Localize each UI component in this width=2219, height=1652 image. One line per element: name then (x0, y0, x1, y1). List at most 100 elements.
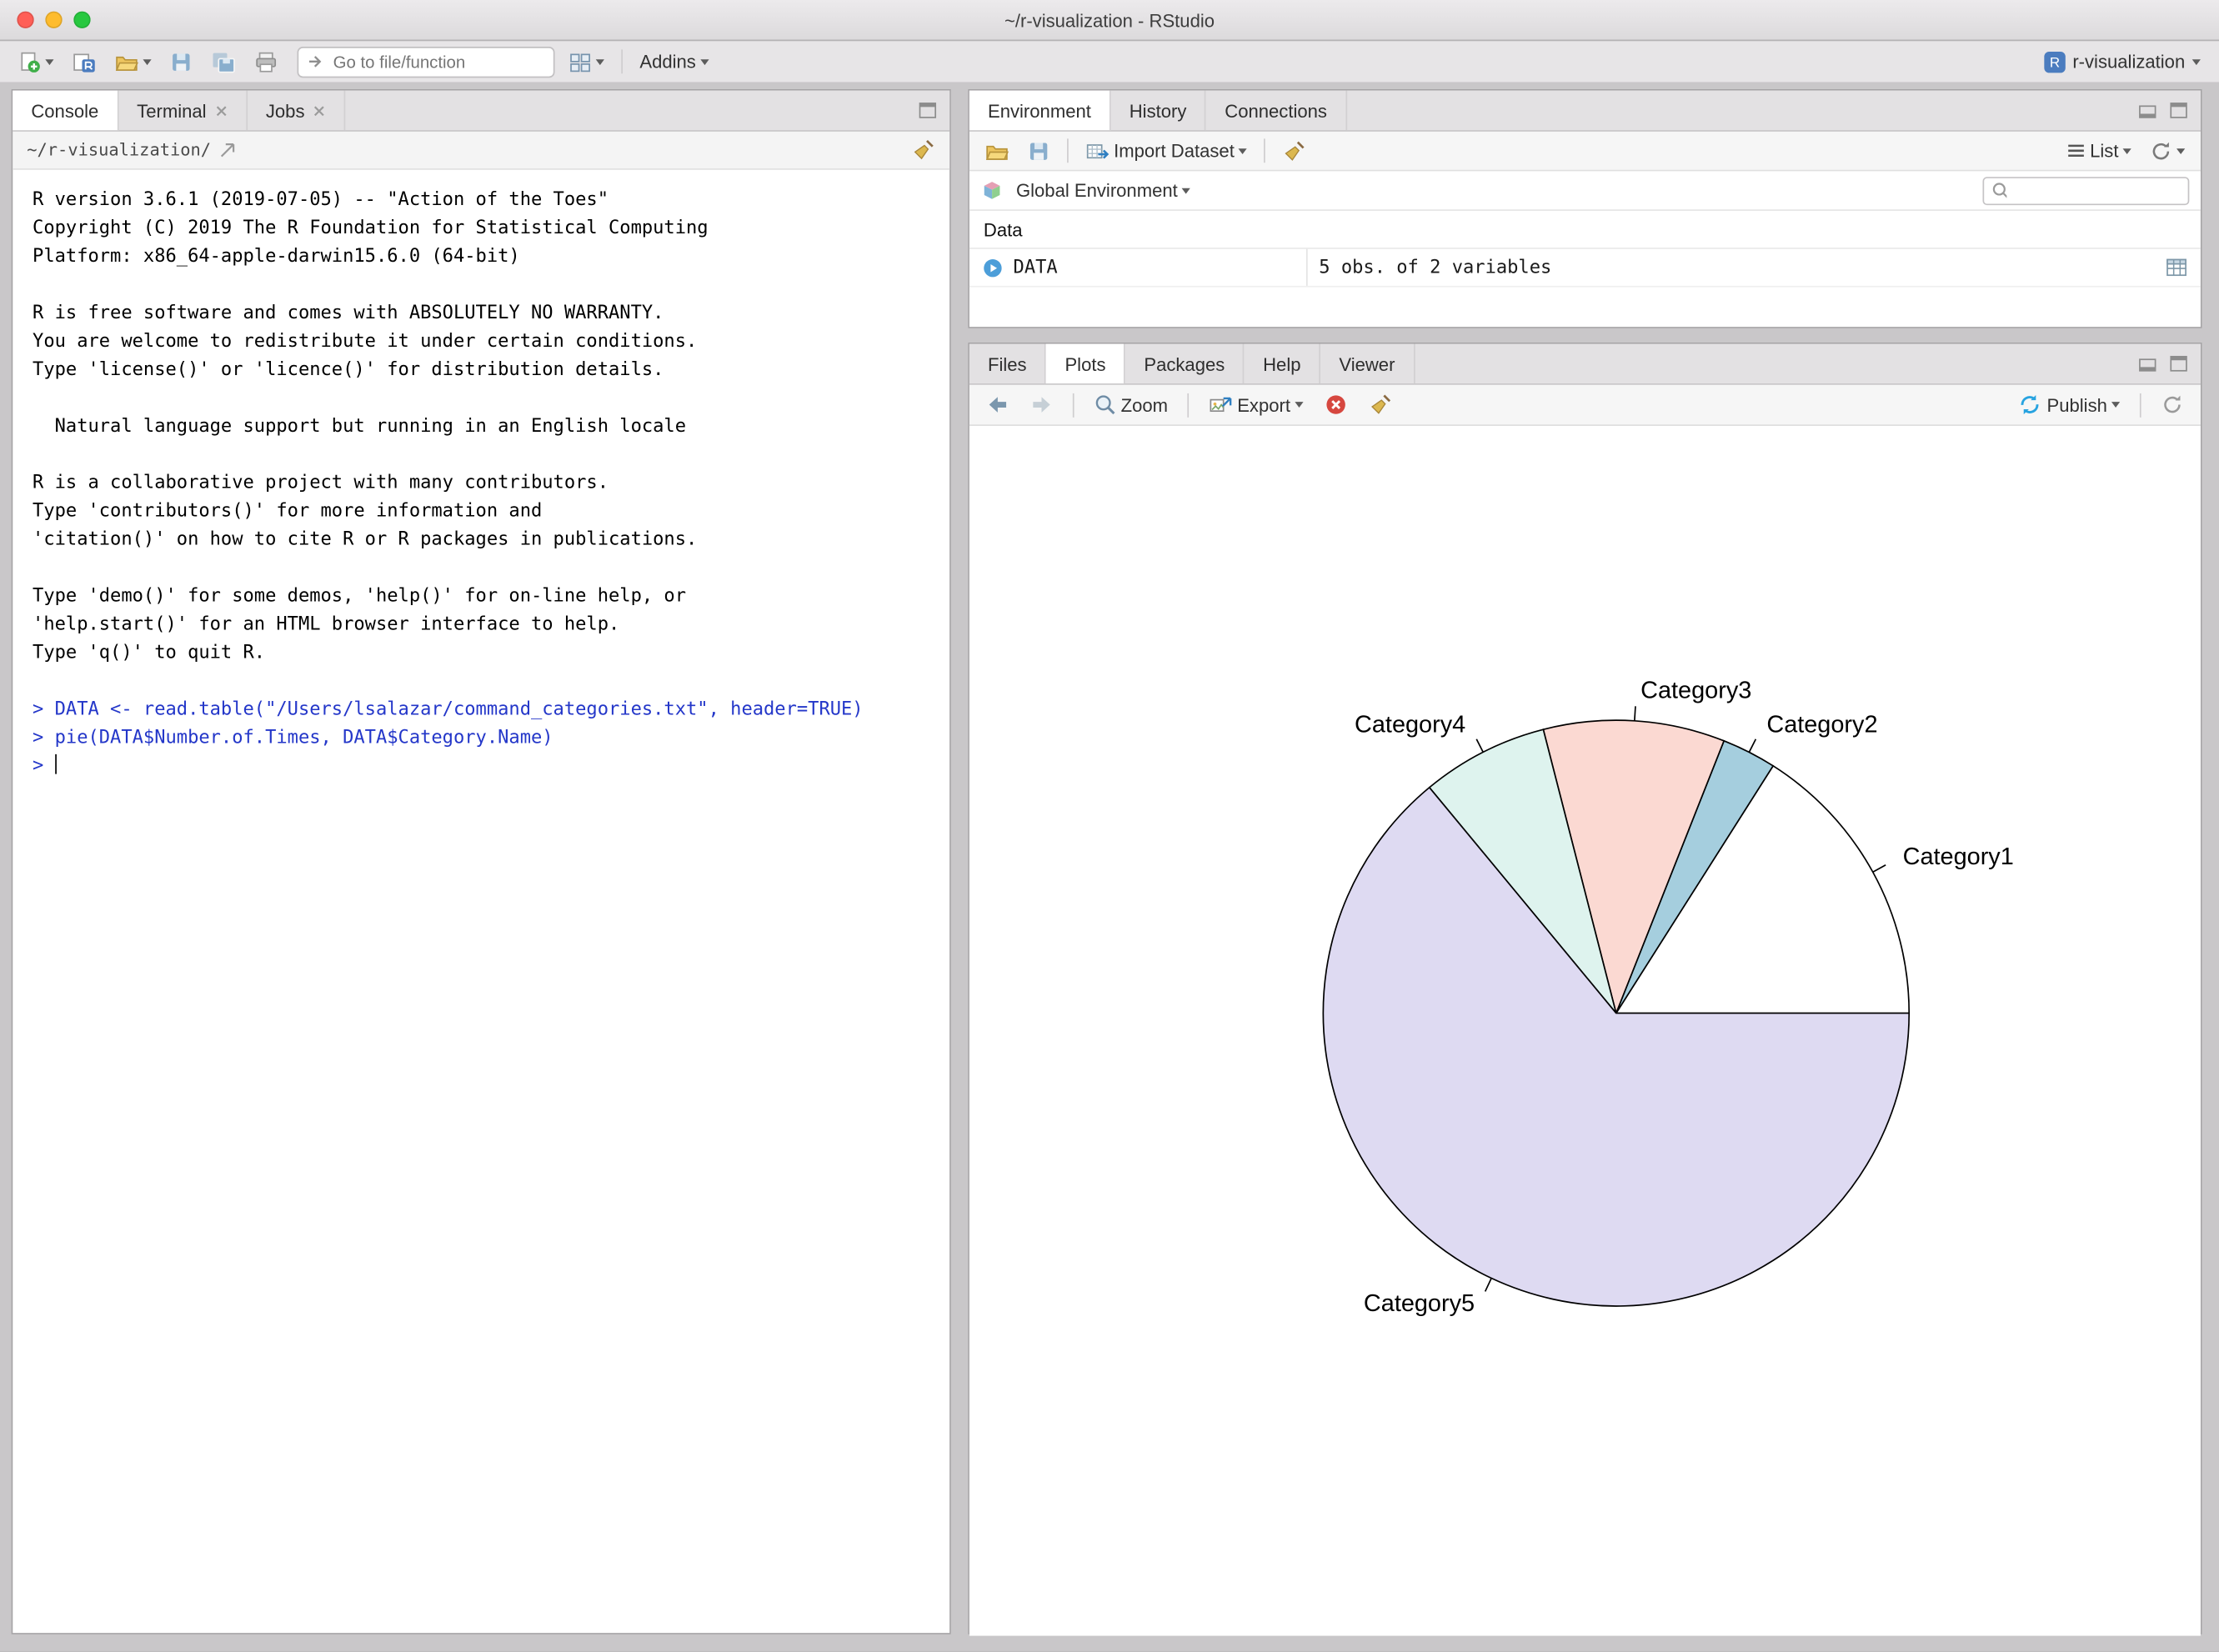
toolbar-separator (1265, 138, 1266, 163)
console-path-bar: ~/r-visualization/ (13, 132, 949, 170)
zoom-plot-button[interactable]: Zoom (1089, 391, 1172, 419)
refresh-plot-button[interactable] (2156, 391, 2187, 419)
print-button[interactable] (250, 48, 281, 76)
open-folder-icon (115, 50, 139, 73)
console-output-line: R is free software and comes with ABSOLU… (33, 300, 939, 328)
tab-jobs[interactable]: Jobs (248, 91, 346, 131)
minimize-pane-icon[interactable] (2137, 101, 2158, 121)
console-output-line (33, 272, 939, 300)
goto-arrow-icon (307, 53, 323, 71)
save-all-button[interactable] (207, 48, 241, 76)
titlebar: ~/r-visualization - RStudio (0, 0, 2219, 41)
save-all-icon (211, 50, 237, 73)
clear-all-plots-button[interactable] (1364, 391, 1396, 419)
svg-text:R: R (2049, 54, 2059, 70)
save-button[interactable] (166, 48, 197, 76)
console-output-line: Type 'q()' to quit R. (33, 639, 939, 668)
workspace-panes-button[interactable] (564, 48, 609, 76)
tab-environment[interactable]: Environment (969, 91, 1111, 131)
previous-plot-button[interactable] (982, 392, 1013, 418)
export-label: Export (1237, 394, 1290, 415)
maximize-pane-icon[interactable] (2168, 101, 2189, 121)
console-output-line: 'citation()' on how to cite R or R packa… (33, 527, 939, 555)
import-dataset-button[interactable]: Import Dataset (1081, 137, 1251, 165)
remove-plot-button[interactable] (1320, 391, 1351, 419)
tab-packages[interactable]: Packages (1125, 344, 1245, 384)
open-file-button[interactable] (110, 48, 155, 76)
environment-section-header: Data (969, 211, 2201, 249)
global-environment-cube-icon (981, 180, 1004, 201)
tab-viewer[interactable]: Viewer (1320, 344, 1415, 384)
console-output[interactable]: R version 3.6.1 (2019-07-05) -- "Action … (13, 170, 949, 781)
refresh-environment-button[interactable] (2146, 137, 2190, 165)
publish-label: Publish (2046, 394, 2106, 415)
tab-files[interactable]: Files (969, 344, 1046, 384)
environment-toolbar: Import Dataset List (969, 132, 2201, 172)
environment-search-input[interactable] (2012, 179, 2181, 202)
view-data-grid-icon[interactable] (2165, 258, 2187, 278)
project-menu-button[interactable]: R r-visualization (2039, 48, 2205, 76)
addins-button[interactable]: Addins (635, 48, 713, 75)
back-arrow-icon (986, 395, 1009, 415)
pie-label-tick (1485, 1279, 1491, 1292)
new-project-button[interactable] (68, 48, 100, 76)
tab-label: Connections (1225, 100, 1327, 121)
scale-wrapper: ~/r-visualization - RStudio (0, 0, 2219, 1651)
goto-directory-icon[interactable] (219, 142, 238, 158)
minimize-pane-icon[interactable] (2137, 353, 2158, 373)
chevron-down-icon (2176, 148, 2185, 153)
minimize-window-button[interactable] (45, 12, 62, 28)
maximize-pane-icon[interactable] (917, 101, 938, 121)
pie-chart: Category1Category2Category3Category4Cate… (969, 426, 2201, 1636)
plots-tabbar: Files Plots Packages Help Viewer (969, 344, 2201, 385)
environment-scope-selector[interactable]: Global Environment (1012, 177, 1195, 203)
magnifier-icon (1094, 393, 1116, 416)
publish-plot-button[interactable]: Publish (2014, 391, 2124, 419)
tab-label: History (1130, 100, 1187, 121)
clear-console-broom-icon[interactable] (911, 138, 935, 161)
new-file-button[interactable] (14, 48, 58, 76)
export-plot-button[interactable]: Export (1205, 391, 1307, 419)
close-window-button[interactable] (17, 12, 33, 28)
broom-icon (1368, 393, 1392, 416)
zoom-window-button[interactable] (73, 12, 90, 28)
console-input-line: > (33, 753, 939, 781)
tab-plots[interactable]: Plots (1046, 344, 1125, 384)
remove-plot-x-icon (1325, 393, 1347, 416)
chevron-down-icon (2111, 402, 2120, 408)
chevron-down-icon (596, 58, 604, 64)
tab-console[interactable]: Console (13, 91, 118, 131)
tab-help[interactable]: Help (1245, 344, 1320, 384)
rstudio-window: ~/r-visualization - RStudio (0, 0, 2219, 1651)
maximize-pane-icon[interactable] (2168, 353, 2189, 373)
tab-terminal[interactable]: Terminal (118, 91, 248, 131)
environment-view-mode-button[interactable]: List (2061, 138, 2136, 164)
environment-search-box (1982, 176, 2189, 204)
environment-object-row[interactable]: DATA 5 obs. of 2 variables (969, 249, 2201, 288)
clear-environment-button[interactable] (1278, 137, 1310, 165)
close-icon[interactable] (313, 104, 326, 117)
load-workspace-button[interactable] (981, 137, 1014, 165)
section-label: Data (984, 218, 1023, 239)
pie-label-category2: Category2 (1766, 712, 1877, 738)
console-output-line (33, 668, 939, 696)
traffic-lights (17, 0, 90, 40)
pie-label-tick (1749, 739, 1756, 753)
pie-label-category3: Category3 (1640, 677, 1751, 703)
goto-file-input[interactable] (330, 50, 544, 73)
console-output-line (33, 385, 939, 413)
close-icon[interactable] (215, 104, 228, 117)
tab-history[interactable]: History (1111, 91, 1207, 131)
save-workspace-button[interactable] (1023, 137, 1054, 165)
tab-connections[interactable]: Connections (1206, 91, 1347, 131)
next-plot-button[interactable] (1026, 392, 1057, 418)
expand-object-icon[interactable] (982, 257, 1003, 278)
toolbar-separator (1073, 393, 1074, 417)
object-name-cell: DATA (969, 249, 1306, 286)
panes-grid-icon (569, 50, 591, 73)
tab-label: Plots (1064, 353, 1105, 374)
workspace: Console Terminal Jobs ~/r-visualization/ (0, 82, 2219, 1651)
list-mode-label: List (2090, 140, 2118, 161)
console-input-line: > DATA <- read.table("/Users/lsalazar/co… (33, 696, 939, 724)
tab-label: Terminal (137, 100, 206, 121)
